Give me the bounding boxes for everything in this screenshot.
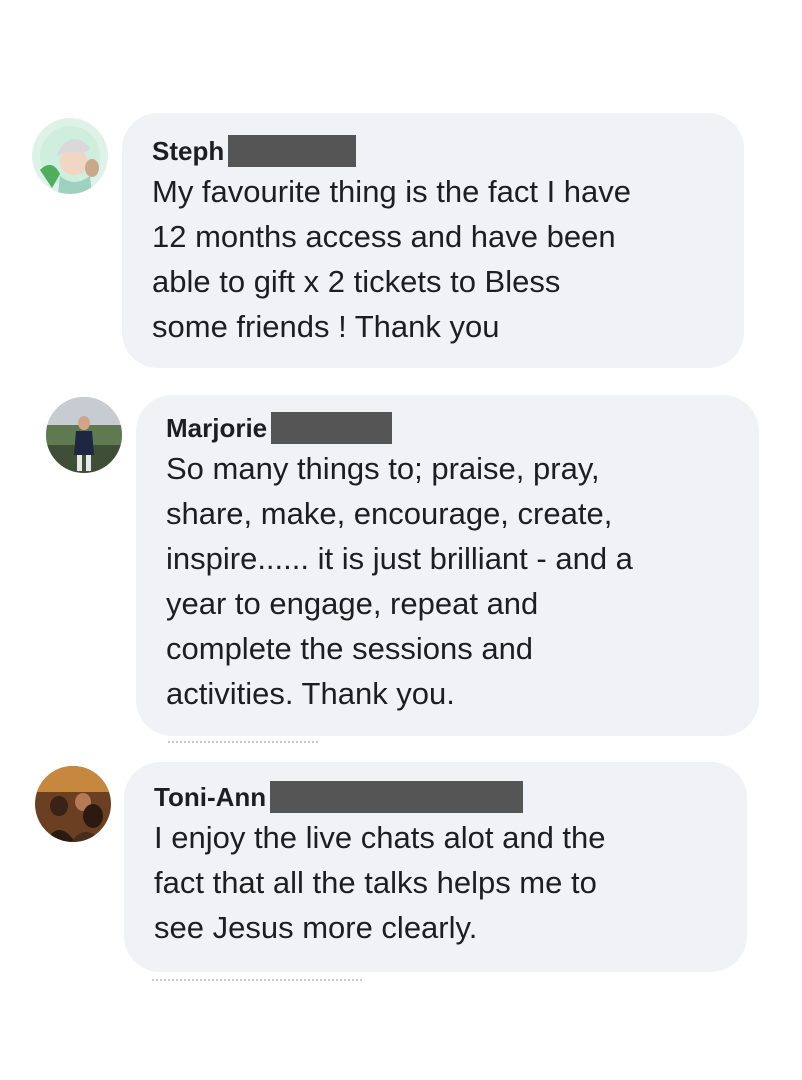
avatar-photo-icon <box>32 118 108 194</box>
clipped-next-author-line <box>168 741 328 747</box>
comment-bubble: Marjorie So many things to; praise, pray… <box>136 395 759 736</box>
redacted-surname <box>228 135 357 167</box>
comment-text: My favourite thing is the fact I have 12… <box>152 174 632 344</box>
comment-author[interactable]: Marjorie <box>166 412 267 444</box>
redacted-surname <box>271 412 393 444</box>
comment-author[interactable]: Toni-Ann <box>154 781 266 813</box>
comment-bubble: Toni-Ann I enjoy the live chats alot and… <box>124 762 747 972</box>
redacted-surname <box>270 781 524 813</box>
comment-author[interactable]: Steph <box>152 135 224 167</box>
comment-text: So many things to; praise, pray, share, … <box>166 451 633 711</box>
clipped-next-author-line <box>152 979 372 985</box>
avatar[interactable] <box>46 397 122 473</box>
avatar-photo-icon <box>35 766 111 842</box>
avatar[interactable] <box>35 766 111 842</box>
avatar[interactable] <box>32 118 108 194</box>
comment-bubble: Steph My favourite thing is the fact I h… <box>122 113 744 368</box>
avatar-photo-icon <box>46 397 122 473</box>
comment-text: I enjoy the live chats alot and the fact… <box>154 820 606 945</box>
